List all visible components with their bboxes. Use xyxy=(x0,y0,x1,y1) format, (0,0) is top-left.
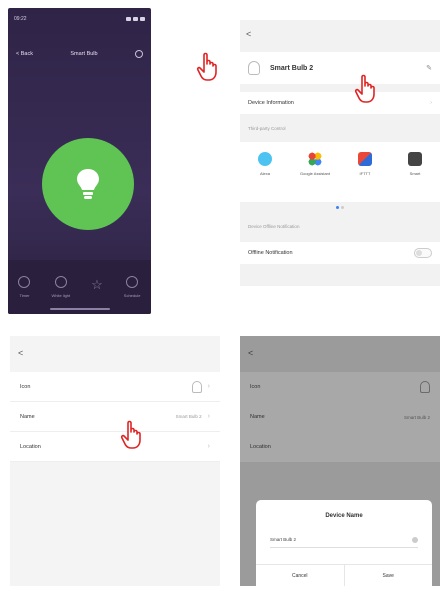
name-value: Smart Bulb 2 xyxy=(403,414,430,420)
device-name-input[interactable]: Smart Bulb 2 xyxy=(270,532,418,548)
third-party-tiles: Alexa Google Assistant IFTTT Smart xyxy=(240,142,440,202)
back-button[interactable]: < xyxy=(246,29,251,39)
tab-white-light[interactable]: White light xyxy=(51,276,70,298)
detail-list-dimmed: Icon Name Smart Bulb 2 Location xyxy=(240,372,440,462)
rename-dialog-screen: < Icon Name Smart Bulb 2 Location Device… xyxy=(240,336,440,586)
name-value: Smart Bulb 2 xyxy=(175,414,202,419)
lightbulb-icon xyxy=(420,381,430,393)
third-party-section-label: Third-party Control xyxy=(248,126,286,131)
status-bar: 09:22 xyxy=(14,14,145,24)
device-header[interactable]: Smart Bulb 2 ✎ xyxy=(240,52,440,84)
schedule-icon xyxy=(126,276,139,288)
location-row: Location xyxy=(250,444,271,450)
chevron-right-icon: › xyxy=(207,413,210,420)
tile-alexa[interactable]: Alexa xyxy=(247,152,283,176)
clear-icon[interactable] xyxy=(412,536,418,543)
dialog-title: Device Name xyxy=(325,513,363,519)
tile-smart[interactable]: Smart xyxy=(397,152,433,176)
light-icon xyxy=(54,276,67,288)
tap-hand-icon xyxy=(196,52,217,81)
back-button[interactable]: < xyxy=(248,348,253,358)
chevron-right-icon: › xyxy=(430,100,432,106)
device-detail-screen: < Icon › Name Smart Bulb 2 › Location › xyxy=(10,336,220,586)
screen-title: Smart Bulb xyxy=(70,51,98,57)
lightbulb-icon xyxy=(248,61,260,75)
status-time: 09:22 xyxy=(14,16,27,22)
star-icon: ☆ xyxy=(91,276,103,292)
tap-hand-icon xyxy=(354,74,375,103)
home-indicator xyxy=(49,308,110,310)
rename-dialog: Device Name Smart Bulb 2 Cancel Save xyxy=(256,500,432,586)
tab-schedule[interactable]: Schedule xyxy=(124,276,140,298)
tab-scene[interactable]: ☆ xyxy=(91,276,103,296)
name-row[interactable]: Name Smart Bulb 2 › xyxy=(10,402,220,432)
offline-notification-toggle[interactable] xyxy=(414,248,432,258)
instruction-collage: 09:22 < Back Smart Bulb Timer White ligh… xyxy=(0,0,440,589)
tap-hand-icon xyxy=(120,420,141,449)
chevron-right-icon: › xyxy=(207,383,210,390)
device-control-screen: 09:22 < Back Smart Bulb Timer White ligh… xyxy=(8,8,151,314)
tile-google-assistant[interactable]: Google Assistant xyxy=(297,152,333,176)
bottom-tab-bar: Timer White light ☆ Schedule xyxy=(8,260,151,314)
smart-icon xyxy=(408,152,422,166)
edit-icon[interactable] xyxy=(135,50,143,58)
chevron-right-icon: › xyxy=(207,443,210,450)
timer-icon xyxy=(18,276,31,288)
power-toggle-button[interactable] xyxy=(42,138,134,230)
cancel-button[interactable]: Cancel xyxy=(256,565,344,586)
back-button[interactable]: < Back xyxy=(16,51,33,57)
location-row[interactable]: Location › xyxy=(10,432,220,462)
dialog-buttons: Cancel Save xyxy=(256,564,432,586)
save-button[interactable]: Save xyxy=(343,565,433,586)
lightbulb-icon xyxy=(191,380,202,393)
device-information-row[interactable]: Device Information › xyxy=(240,92,440,114)
alexa-icon xyxy=(258,152,272,166)
status-icons xyxy=(126,17,145,21)
edit-icon[interactable]: ✎ xyxy=(426,64,432,72)
nav-bar: < Back Smart Bulb xyxy=(16,48,143,60)
icon-row[interactable]: Icon › xyxy=(10,372,220,402)
tab-timer[interactable]: Timer xyxy=(18,276,31,298)
page-indicator xyxy=(336,206,344,209)
device-name: Smart Bulb 2 xyxy=(270,64,314,72)
lightbulb-icon xyxy=(77,169,99,199)
ifttt-icon xyxy=(358,152,372,166)
google-assistant-icon xyxy=(308,152,322,166)
detail-list: Icon › Name Smart Bulb 2 › Location › xyxy=(10,372,220,462)
device-settings-screen: < Smart Bulb 2 ✎ Device Information › Th… xyxy=(240,20,440,286)
offline-section-label: Device Offline Notification xyxy=(248,224,300,229)
offline-notification-row: Offline Notification xyxy=(240,242,440,264)
back-button[interactable]: < xyxy=(18,348,23,358)
icon-row: Icon xyxy=(240,372,440,402)
name-row: Name Smart Bulb 2 xyxy=(250,414,430,420)
tile-ifttt[interactable]: IFTTT xyxy=(347,152,383,176)
